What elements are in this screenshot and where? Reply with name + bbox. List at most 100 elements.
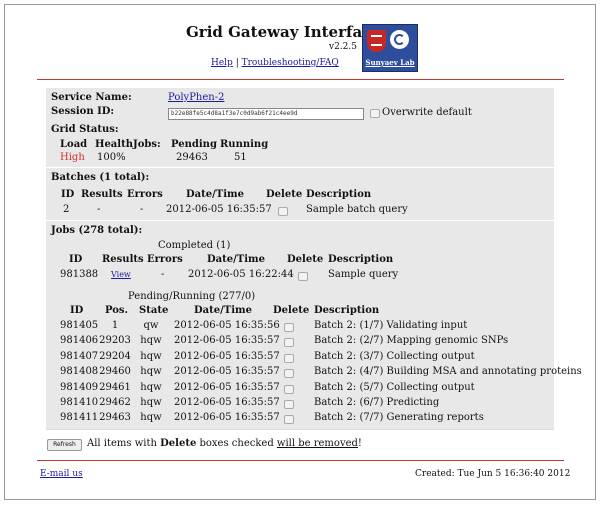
note-delete: Delete — [160, 438, 197, 449]
overwrite-label: Overwrite default — [382, 107, 472, 118]
help-link[interactable]: Help — [211, 58, 233, 68]
sunyaev-lab-logo[interactable]: Sunyaev Lab — [362, 24, 418, 72]
job-description: Batch 2: (7/7) Generating reports — [314, 412, 484, 424]
completed-description: Sample query — [328, 269, 399, 280]
job-delete-checkbox[interactable] — [284, 415, 294, 425]
job-state: hqw — [140, 350, 162, 362]
grid-health-value: 100% — [97, 152, 126, 163]
swirl-icon — [390, 30, 409, 49]
faq-link[interactable]: Troubleshooting/FAQ — [242, 58, 339, 68]
completed-header-delete: Delete — [287, 254, 324, 265]
job-description: Batch 2: (6/7) Predicting — [314, 397, 440, 408]
job-description: Batch 2: (4/7) Building MSA and annotati… — [314, 366, 582, 378]
job-datetime: 2012-06-05 16:35:56 — [174, 320, 280, 331]
session-id-label: Session ID: — [51, 106, 115, 117]
jobs-title: Jobs (278 total): — [51, 225, 143, 236]
job-state: hqw — [140, 335, 162, 347]
job-state: hqw — [140, 381, 162, 393]
pending-header-description: Description — [314, 305, 380, 316]
batch-id: 2 — [63, 204, 70, 215]
job-datetime: 2012-06-05 16:35:57 — [174, 350, 280, 362]
job-delete-checkbox[interactable] — [284, 369, 294, 379]
job-description: Batch 2: (2/7) Mapping genomic SNPs — [314, 335, 509, 347]
note-removed: will be removed — [276, 438, 358, 449]
completed-header-results: Results — [102, 254, 144, 265]
shield-icon — [367, 30, 386, 52]
service-name-label: Service Name: — [51, 92, 132, 103]
batch-datetime: 2012-06-05 16:35:57 — [166, 204, 272, 215]
batch-delete-checkbox[interactable] — [278, 207, 288, 216]
grid-header-jobs: Jobs: — [133, 139, 161, 150]
pending-title: Pending/Running (277/0) — [128, 291, 256, 302]
grid-header-load: Load — [60, 139, 88, 150]
job-delete-checkbox[interactable] — [284, 353, 294, 363]
batches-title: Batches (1 total): — [51, 172, 150, 183]
pending-header-datetime: Date/Time — [194, 305, 252, 316]
completed-header-id: ID — [69, 254, 83, 265]
completed-delete-checkbox[interactable] — [298, 272, 308, 281]
view-results-link[interactable]: View — [111, 270, 131, 279]
batches-header-errors: Errors — [127, 189, 163, 200]
grid-header-pending: Pending — [171, 139, 217, 150]
job-delete-checkbox[interactable] — [284, 384, 294, 394]
job-state: qw — [143, 320, 159, 331]
pending-header-id: ID — [70, 305, 84, 316]
job-state: hqw — [140, 397, 162, 408]
job-datetime: 2012-06-05 16:35:57 — [174, 412, 280, 424]
link-separator: | — [235, 58, 239, 68]
job-description: Batch 2: (5/7) Collecting output — [314, 381, 475, 393]
page-title: Grid Gateway Interface — [186, 23, 381, 41]
grid-header-running: Running — [220, 139, 269, 150]
grid-load-value: High — [60, 152, 85, 163]
completed-header-errors: Errors — [147, 254, 183, 265]
service-name-link[interactable]: PolyPhen-2 — [168, 92, 224, 103]
completed-header-datetime: Date/Time — [207, 254, 265, 265]
overwrite-checkbox[interactable] — [370, 109, 380, 118]
job-state: hqw — [140, 412, 162, 424]
created-timestamp: Created: Tue Jun 5 16:36:40 2012 — [415, 469, 571, 479]
completed-title: Completed (1) — [158, 240, 231, 251]
batches-header-delete: Delete — [266, 189, 303, 200]
job-datetime: 2012-06-05 16:35:57 — [174, 366, 280, 378]
batches-header-description: Description — [306, 189, 372, 200]
grid-header-health: Health — [95, 139, 133, 150]
grid-running-value: 51 — [234, 152, 247, 163]
job-delete-checkbox[interactable] — [284, 323, 294, 332]
pending-header-delete: Delete — [273, 305, 310, 316]
job-description: Batch 2: (3/7) Collecting output — [314, 350, 475, 362]
job-datetime: 2012-06-05 16:35:57 — [174, 381, 280, 393]
job-datetime: 2012-06-05 16:35:57 — [174, 335, 280, 347]
version-label: v2.2.5 — [329, 42, 357, 52]
note-suffix: ! — [357, 438, 362, 449]
note-mid: boxes checked — [196, 438, 277, 449]
batches-header-id: ID — [61, 189, 75, 200]
job-state: hqw — [140, 366, 162, 378]
email-link[interactable]: E-mail us — [40, 469, 83, 479]
logo-label: Sunyaev Lab — [365, 58, 415, 67]
job-datetime: 2012-06-05 16:35:57 — [174, 397, 280, 408]
completed-id: 981388 — [60, 269, 99, 280]
header-rule — [37, 79, 564, 80]
batch-errors: - — [140, 204, 144, 215]
grid-pending-value: 29463 — [176, 152, 208, 163]
session-id-input[interactable]: b22e88fe5c4d8a1f3e7c0d9ab6f21c4ee9d — [168, 108, 364, 120]
batch-description: Sample batch query — [306, 204, 408, 215]
header-links: Help | Troubleshooting/FAQ — [211, 58, 339, 68]
panel-bottom — [46, 429, 554, 430]
completed-errors: - — [161, 269, 165, 280]
job-delete-checkbox[interactable] — [284, 338, 294, 348]
batches-header-datetime: Date/Time — [186, 189, 244, 200]
pending-header-state: State — [139, 305, 169, 316]
completed-header-description: Description — [328, 254, 394, 265]
job-delete-checkbox[interactable] — [284, 400, 294, 409]
job-description: Batch 2: (1/7) Validating input — [314, 320, 468, 331]
completed-datetime: 2012-06-05 16:22:44 — [188, 269, 294, 280]
pending-header-pos: Pos. — [105, 305, 129, 316]
batches-header-results: Results — [81, 189, 123, 200]
footer-rule — [37, 460, 564, 461]
grid-status-label: Grid Status: — [51, 124, 119, 135]
note-prefix: All items with — [87, 438, 161, 449]
refresh-button[interactable]: Refresh — [47, 439, 82, 451]
batch-results: - — [97, 204, 101, 215]
removal-note: All items with Delete boxes checked will… — [87, 438, 362, 449]
